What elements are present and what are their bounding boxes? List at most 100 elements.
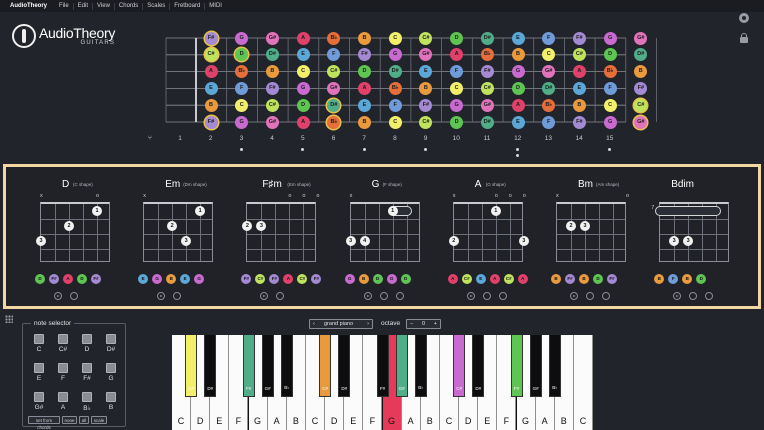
stop-chord-button[interactable] <box>70 292 78 300</box>
fret-note[interactable]: B <box>511 48 525 62</box>
fret-note[interactable]: D <box>358 65 371 79</box>
fret-note[interactable]: C# <box>265 98 279 112</box>
fret-note[interactable]: G# <box>634 31 648 45</box>
play-chord-button[interactable] <box>673 292 682 300</box>
black-key[interactable]: B♭ <box>280 335 293 397</box>
octave-increment-button[interactable]: + <box>434 320 437 328</box>
note-toggle[interactable]: B♭ <box>77 392 97 412</box>
note-checkbox[interactable] <box>82 334 92 344</box>
fret-note[interactable]: E <box>572 81 586 95</box>
fret-note[interactable]: A <box>572 65 586 79</box>
play-chord-button[interactable] <box>157 292 166 300</box>
fret-note[interactable]: C <box>388 115 402 129</box>
note-toggle[interactable]: D# <box>101 334 121 353</box>
stop-chord-button[interactable] <box>689 292 698 300</box>
instrument-prev-button[interactable]: ‹ <box>313 320 315 328</box>
chord-card[interactable]: A (G shape) x o o o 1 2 3 A C# E A C# A <box>447 167 554 307</box>
note-checkbox[interactable] <box>58 363 68 373</box>
chord-card[interactable]: Bdim 3 3 7 B F B D <box>651 167 760 307</box>
tuning-fork-icon[interactable]: ⑂ <box>140 135 160 142</box>
fret-note[interactable]: F# <box>572 31 586 45</box>
fret-note[interactable]: C <box>388 31 402 45</box>
black-key[interactable]: G# <box>529 335 542 397</box>
fret-note[interactable]: F# <box>572 115 586 129</box>
fret-note[interactable]: G <box>511 65 525 79</box>
fret-note[interactable]: E <box>204 81 218 95</box>
fret-note[interactable]: A <box>296 31 310 45</box>
instrument-select[interactable]: ‹ grand piano › <box>309 319 373 329</box>
octave-stepper[interactable]: − 0 + <box>406 319 441 329</box>
chord-card[interactable]: Bm (Am shape) x o 2 3 B F# B D F# <box>551 167 657 307</box>
black-key[interactable]: G# <box>395 335 408 397</box>
note-toggle[interactable]: B <box>101 392 121 411</box>
fret-note[interactable]: A <box>296 115 310 129</box>
fret-note[interactable]: D# <box>327 98 341 112</box>
note-toggle[interactable]: F# <box>77 363 97 382</box>
grid-icon[interactable] <box>5 315 13 323</box>
fret-note[interactable]: A <box>511 98 525 112</box>
fret-note[interactable]: C# <box>419 115 433 129</box>
fret-note[interactable]: G <box>603 115 617 129</box>
fret-note[interactable]: F <box>603 81 617 95</box>
note-checkbox[interactable] <box>106 334 116 344</box>
white-key[interactable]: C <box>573 335 593 430</box>
fret-note[interactable]: C# <box>419 31 433 45</box>
play-chord-button[interactable] <box>54 292 62 300</box>
fret-note[interactable]: A <box>204 65 218 79</box>
fret-note[interactable]: D# <box>480 115 494 129</box>
stop-chord-button[interactable] <box>379 292 388 300</box>
fret-note[interactable]: F# <box>480 65 494 79</box>
note-toggle[interactable]: C <box>29 334 49 353</box>
fret-note[interactable]: E <box>358 98 371 112</box>
play-chord-button[interactable] <box>260 292 269 300</box>
stop-chord-button[interactable] <box>173 292 182 300</box>
black-key[interactable]: C# <box>185 335 198 397</box>
octave-decrement-button[interactable]: − <box>410 320 413 328</box>
strum-chord-button[interactable] <box>705 292 714 300</box>
chord-card[interactable]: G (F shape) x 1 3 4 G B D G D <box>344 167 451 307</box>
play-chord-button[interactable] <box>570 292 578 300</box>
black-key[interactable]: B♭ <box>548 335 561 397</box>
fret-note[interactable]: C# <box>204 48 218 62</box>
scale-button[interactable]: scale <box>91 416 107 424</box>
note-checkbox[interactable] <box>58 392 68 402</box>
stop-chord-button[interactable] <box>586 292 594 300</box>
note-toggle[interactable]: G <box>101 363 121 382</box>
fret-note[interactable]: G# <box>265 31 279 45</box>
fret-note[interactable]: D <box>450 115 464 129</box>
note-checkbox[interactable] <box>106 363 116 373</box>
fret-note[interactable]: D <box>603 48 617 62</box>
fret-note[interactable]: F <box>388 98 402 112</box>
black-key[interactable]: C# <box>319 335 332 397</box>
fret-note[interactable]: D# <box>388 65 402 79</box>
set-from-chords-button[interactable]: set from chords <box>28 416 60 430</box>
stop-chord-button[interactable] <box>276 292 285 300</box>
fret-note[interactable]: D# <box>542 81 556 95</box>
fret-note[interactable]: B <box>265 65 279 79</box>
fret-note[interactable]: B <box>572 98 586 112</box>
fret-note[interactable]: B♭ <box>542 98 556 112</box>
fret-note[interactable]: B♭ <box>603 65 617 79</box>
fret-note[interactable]: C <box>235 98 249 112</box>
fret-note[interactable]: G <box>235 31 249 45</box>
chord-card[interactable]: D (C shape) x o 1 2 3 D F# A D F# <box>35 167 141 307</box>
fret-note[interactable]: F <box>542 115 556 129</box>
black-key[interactable]: D# <box>204 335 217 397</box>
note-toggle[interactable]: C# <box>53 334 73 353</box>
chord-card[interactable]: F♯m (Em shape) o o o 2 3 F# C# F# A C# F# <box>241 167 347 307</box>
none-button[interactable]: none <box>62 416 77 424</box>
fret-note[interactable]: B <box>204 98 218 112</box>
fret-note[interactable]: D <box>450 31 464 45</box>
fret-note[interactable]: D <box>511 81 525 95</box>
black-key[interactable]: D# <box>338 335 351 397</box>
note-checkbox[interactable] <box>82 392 92 402</box>
note-toggle[interactable]: E <box>29 363 49 382</box>
black-key[interactable]: D# <box>472 335 485 397</box>
black-key[interactable]: F# <box>242 335 255 397</box>
fret-note[interactable]: C <box>603 98 617 112</box>
note-checkbox[interactable] <box>34 392 44 402</box>
fret-note[interactable]: C <box>450 81 464 95</box>
fret-note[interactable]: E <box>511 31 525 45</box>
stop-chord-button[interactable] <box>482 292 491 300</box>
fret-note[interactable]: A <box>358 81 371 95</box>
